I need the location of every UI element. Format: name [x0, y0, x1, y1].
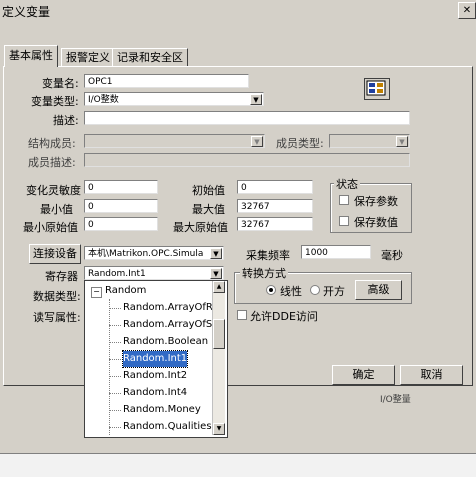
list-item-selected[interactable]: Random.Int1 [122, 350, 188, 368]
scroll-up-icon[interactable]: ▲ [213, 281, 225, 293]
list-item[interactable]: Random.Int2 [123, 368, 218, 384]
member-type-select[interactable]: ▼ [329, 134, 410, 148]
save-value-label: 保存数值 [354, 216, 398, 229]
connect-device-button[interactable]: 连接设备 [29, 244, 81, 264]
min-input[interactable]: 0 [84, 199, 158, 213]
register-dropdown-list[interactable]: − Random Random.ArrayOfR Random.ArrayOfS… [84, 280, 228, 438]
convert-group-label: 转换方式 [240, 265, 288, 281]
device-select[interactable]: 本机\Matrikon.OPC.Simula ▼ [84, 246, 224, 260]
var-type-label: 变量类型: [31, 95, 79, 108]
max-raw-input[interactable]: 32767 [237, 217, 313, 231]
chevron-down-icon[interactable]: ▼ [250, 94, 262, 105]
device-value: 本机\Matrikon.OPC.Simula [88, 249, 204, 259]
tree-root-random[interactable]: Random [105, 283, 185, 299]
chevron-down-icon[interactable]: ▼ [396, 136, 408, 147]
register-label: 寄存器 [45, 270, 78, 283]
status-group-label: 状态 [334, 176, 360, 192]
list-item[interactable]: Random.ArrayOfS [123, 317, 218, 333]
desc-input[interactable] [84, 111, 410, 125]
tree-line [109, 342, 121, 343]
allow-dde-label: 允许DDE访问 [250, 310, 318, 323]
tree-line [109, 410, 121, 411]
min-label: 最小值 [40, 203, 73, 216]
sensitivity-label: 变化灵敏度 [26, 184, 81, 197]
save-params-checkbox[interactable] [339, 195, 349, 205]
collapse-icon[interactable]: − [91, 287, 102, 298]
initial-label: 初始值 [192, 184, 225, 197]
advanced-button[interactable]: 高级 [355, 280, 402, 300]
member-desc-input[interactable] [84, 153, 410, 167]
struct-member-select[interactable]: ▼ [84, 134, 265, 148]
var-name-label: 变量名: [42, 77, 79, 90]
member-type-label: 成员类型: [276, 137, 324, 150]
chevron-down-icon[interactable]: ▼ [210, 248, 222, 259]
list-item[interactable]: Random.Qualities [123, 419, 218, 435]
min-raw-input[interactable]: 0 [84, 217, 158, 231]
save-params-label: 保存参数 [354, 195, 398, 208]
tree-line [109, 359, 121, 360]
sqrt-label: 开方 [323, 285, 345, 298]
var-type-value: I/O整数 [88, 95, 119, 105]
list-item[interactable]: Random.Boolean [123, 334, 218, 350]
tab-basic-properties[interactable]: 基本属性 [4, 45, 58, 67]
title-bar [0, 0, 476, 20]
tree-line [109, 427, 121, 428]
list-item[interactable]: Random.Int4 [123, 385, 218, 401]
cancel-button[interactable]: 取消 [400, 365, 463, 385]
max-label: 最大值 [192, 203, 225, 216]
sample-rate-label: 采集频率 [246, 249, 290, 262]
data-type-label: 数据类型: [33, 290, 81, 303]
member-desc-label: 成员描述: [28, 156, 76, 169]
chevron-down-icon[interactable]: ▼ [251, 136, 263, 147]
struct-member-label: 结构成员: [28, 137, 76, 150]
scroll-thumb[interactable] [213, 319, 225, 349]
tree-line [109, 308, 121, 309]
allow-dde-checkbox[interactable] [237, 310, 247, 320]
sensitivity-input[interactable]: 0 [84, 180, 158, 194]
tab-alarm-definition[interactable]: 报警定义 [61, 48, 115, 66]
register-select[interactable]: Random.Int1 ▼ [84, 266, 224, 280]
register-value: Random.Int1 [88, 269, 146, 279]
initial-input[interactable]: 0 [237, 180, 313, 194]
rw-attr-label: 读写属性: [33, 311, 81, 324]
tree-line [109, 299, 110, 435]
scroll-down-icon[interactable]: ▼ [213, 423, 225, 435]
desc-label: 描述: [53, 114, 79, 127]
linear-radio[interactable] [266, 285, 276, 295]
dropdown-scrollbar[interactable]: ▲ ▼ [212, 281, 225, 435]
list-item[interactable]: Random.Money [123, 402, 218, 418]
chevron-down-icon[interactable]: ▼ [210, 268, 222, 279]
var-name-input[interactable]: OPC1 [84, 74, 249, 88]
var-type-select[interactable]: I/O整数 ▼ [84, 92, 264, 106]
ok-button[interactable]: 确定 [332, 365, 395, 385]
max-raw-label: 最大原始值 [173, 221, 228, 234]
tree-line [109, 325, 121, 326]
tree-line [109, 376, 121, 377]
background-strip [0, 454, 476, 477]
partial-text: I/O整量 [380, 395, 411, 405]
tab-record-security[interactable]: 记录和安全区 [112, 48, 188, 66]
variable-picker-icon[interactable] [364, 78, 390, 100]
list-item[interactable]: Random.ArrayOfR [123, 300, 218, 316]
sqrt-radio[interactable] [310, 285, 320, 295]
min-raw-label: 最小原始值 [23, 221, 78, 234]
max-input[interactable]: 32767 [237, 199, 313, 213]
tree-line [109, 393, 121, 394]
linear-label: 线性 [280, 285, 302, 298]
close-icon[interactable]: ✕ [458, 2, 476, 19]
sample-rate-unit: 毫秒 [381, 249, 403, 262]
sample-rate-input[interactable]: 1000 [301, 245, 371, 259]
window-title: 定义变量 [2, 5, 51, 19]
save-value-checkbox[interactable] [339, 216, 349, 226]
